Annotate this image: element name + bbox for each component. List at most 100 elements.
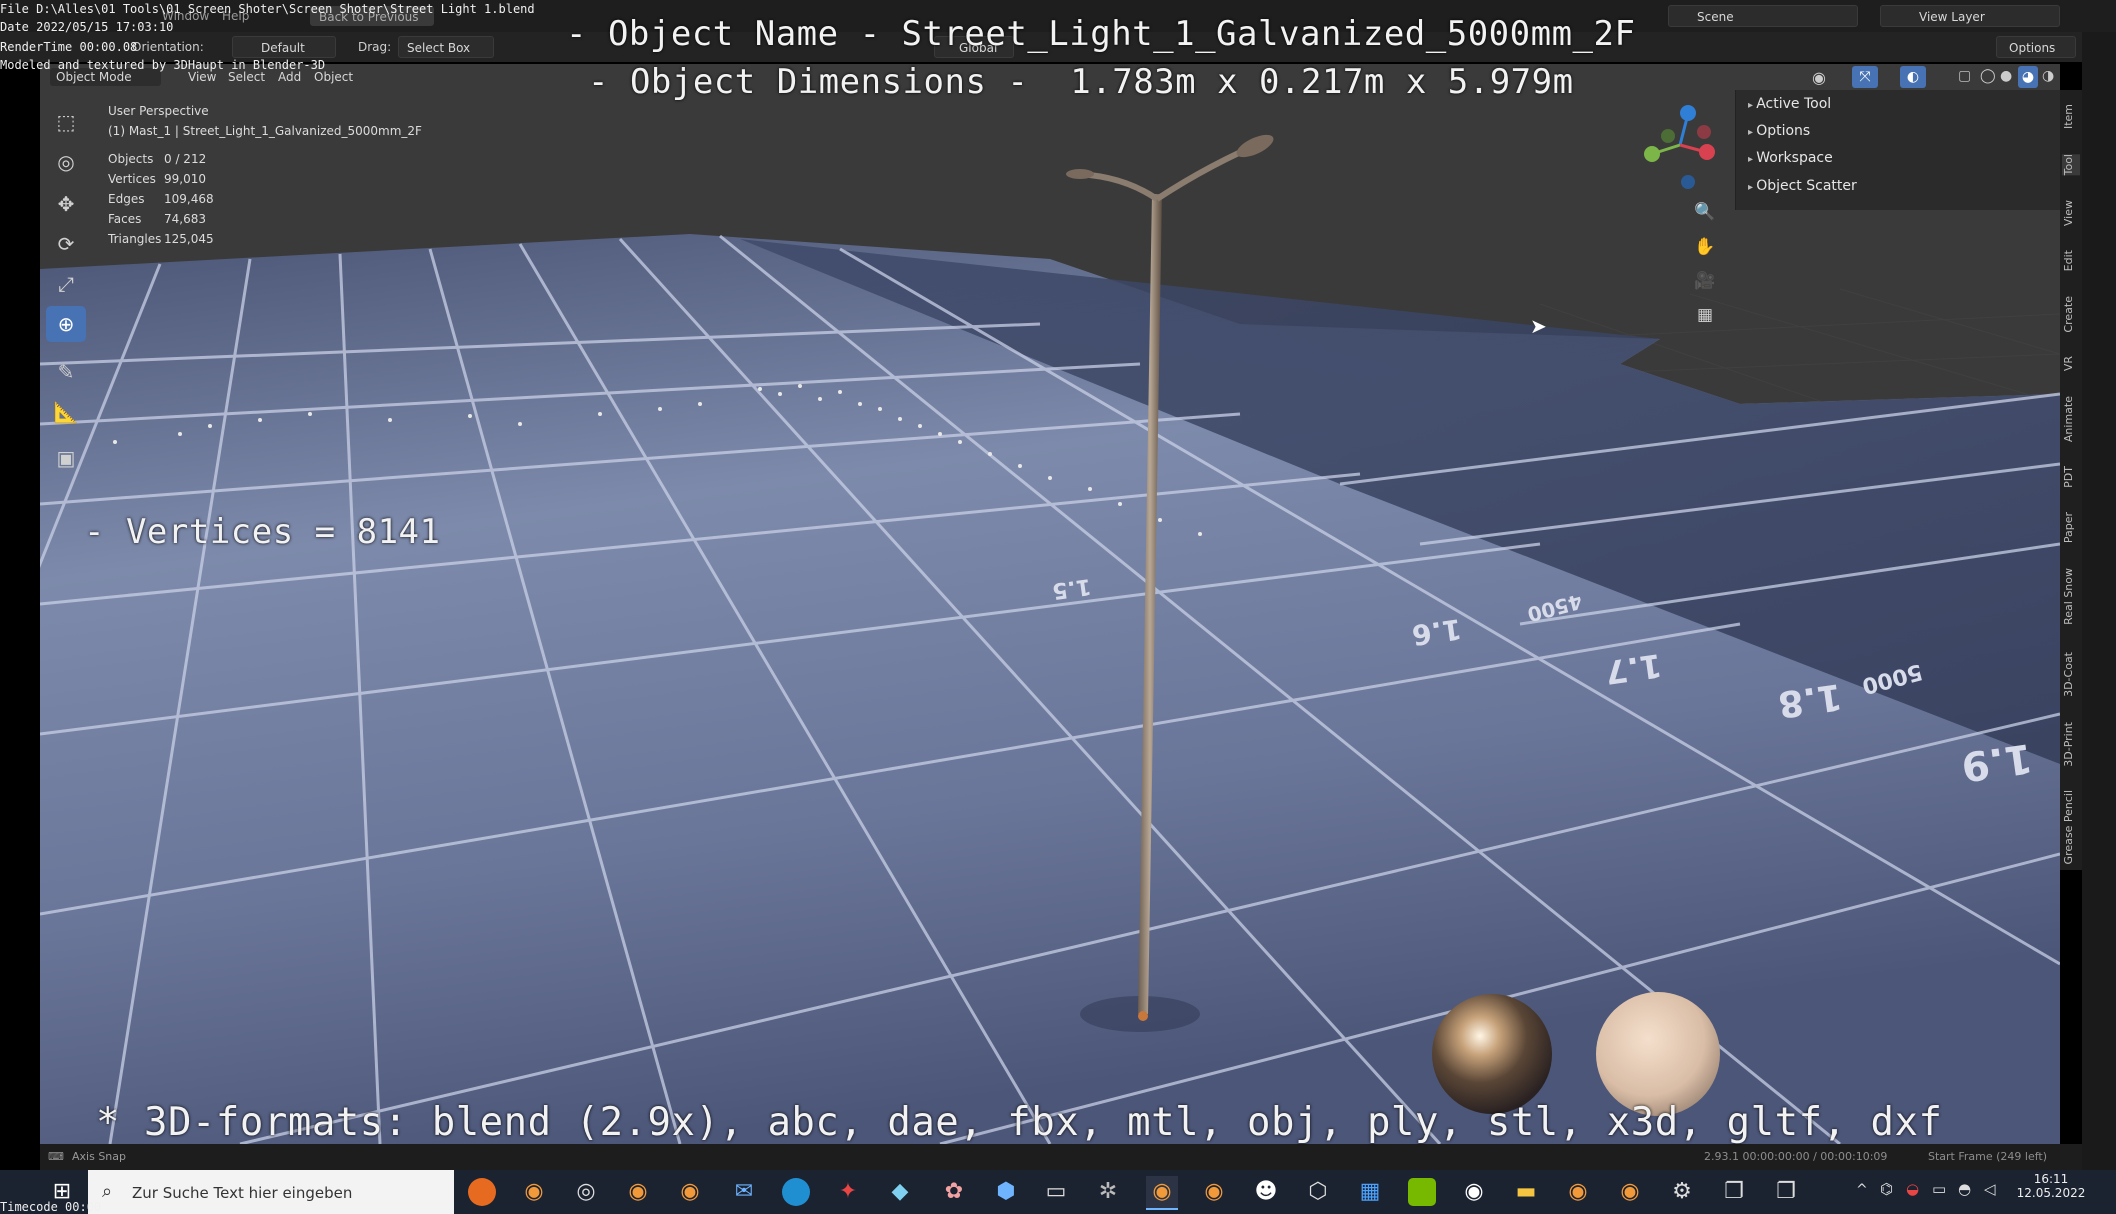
menu-add[interactable]: Add [278,70,301,84]
app-window-icon[interactable]: ❐ [1718,1176,1750,1208]
pole-base-marker [1138,1011,1148,1021]
app-window-icon[interactable]: ❐ [1770,1176,1802,1208]
app-pink-icon[interactable]: ✿ [938,1176,970,1208]
calendar-icon[interactable]: ▦ [1354,1176,1386,1208]
overlay-toggle-icon[interactable]: ◐ [1900,66,1926,88]
axis-snap-label: Axis Snap [72,1150,126,1163]
app-bug-icon[interactable]: ✲ [1092,1176,1124,1208]
rendered-shading-icon[interactable]: ◑ [2042,68,2054,84]
sidebar-item-object-scatter[interactable]: Object Scatter [1748,178,1857,194]
blender-icon[interactable]: ◉ [674,1176,706,1208]
overlay-file-path: File D:\Alles\01 Tools\01 Screen Shoter\… [0,2,535,16]
menu-view[interactable]: View [188,70,216,84]
tray-volume-icon[interactable]: ◁ [1984,1180,1996,1198]
solid-shading-icon[interactable]: ● [2000,68,2012,84]
measure-tool-icon[interactable]: 📐 [46,394,86,430]
blender-icon[interactable]: ◉ [1198,1176,1230,1208]
pan-hand-icon[interactable]: ✋ [1690,232,1720,262]
xray-toggle-icon[interactable]: ▢ [1958,68,1971,84]
options-dropdown[interactable]: Options [1996,36,2076,58]
sidebar-tab-3d-print[interactable]: 3D-Print [2062,722,2080,767]
gizmo-y-axis-icon [1644,146,1660,162]
tray-chevron-icon[interactable]: ^ [1856,1182,1868,1198]
sidebar-tab-grease-pencil[interactable]: Grease Pencil [2062,790,2080,864]
app-panda-icon[interactable]: ☻ [1250,1176,1282,1208]
blender-icon[interactable]: ◉ [518,1176,550,1208]
transform-tool-icon[interactable]: ⊕ [46,306,86,342]
material-shading-icon[interactable]: ◕ [2018,66,2038,88]
sidebar-tab-vr[interactable]: VR [2062,356,2080,371]
nvidia-icon[interactable] [1408,1178,1436,1206]
visibility-icon[interactable]: ◉ [1812,68,1826,87]
blender-icon[interactable]: ◉ [1614,1176,1646,1208]
sidebar-tab-edit[interactable]: Edit [2062,250,2080,271]
sidebar-item-active-tool[interactable]: Active Tool [1748,96,1831,112]
overlay-date: Date 2022/05/15 17:03:10 [0,20,174,34]
terminal-icon[interactable]: ▭ [1040,1176,1072,1208]
stat-value: 99,010 [164,172,206,186]
edge-browser-icon[interactable] [782,1178,810,1206]
blender-icon[interactable]: ◉ [1562,1176,1594,1208]
move-tool-icon[interactable]: ✥ [46,186,86,222]
app-blue-icon[interactable]: ◆ [884,1176,916,1208]
app-shield-icon[interactable]: ⬢ [990,1176,1022,1208]
3d-viewport[interactable]: 1.5 1.6 1.7 1.8 1.9 4500 5000 Object Mod… [40,64,2060,1144]
sidebar-tab-paper[interactable]: Paper [2062,512,2080,543]
sidebar-panel: Active Tool Options Workspace Object Sca… [1735,90,2061,210]
stat-value: 109,468 [164,192,214,206]
stat-value: 0 / 212 [164,152,207,166]
mail-icon[interactable]: ✉ [728,1176,760,1208]
wireframe-shading-icon[interactable]: ◯ [1980,68,1996,84]
app-red-icon[interactable]: ✦ [832,1176,864,1208]
sidebar-tab-pdt[interactable]: PDT [2062,466,2080,488]
file-explorer-icon[interactable]: ▬ [1510,1176,1542,1208]
taskbar-clock[interactable]: 16:11 12.05.2022 [2016,1172,2086,1200]
cube-app-icon[interactable]: ⬡ [1302,1176,1334,1208]
zoom-icon[interactable]: 🔍 [1690,197,1720,227]
tray-app-icon[interactable]: ◒ [1906,1180,1919,1198]
firefox-icon[interactable] [468,1178,496,1206]
floor-label-1-9: 1.9 [1958,734,2035,789]
menu-select[interactable]: Select [228,70,265,84]
tray-network-icon[interactable]: ⌬ [1880,1180,1893,1198]
sidebar-tab-item[interactable]: Item [2062,104,2080,129]
blender-icon[interactable]: ◉ [622,1176,654,1208]
cursor-tool-icon[interactable]: ◎ [46,144,86,180]
gizmo-z-axis-icon [1680,105,1696,121]
taskbar-time: 16:11 [2033,1172,2069,1186]
scene-selector[interactable]: Scene [1668,5,1858,27]
blender-active-icon[interactable]: ◉ [1146,1176,1178,1210]
scale-tool-icon[interactable]: ⤢ [46,266,86,302]
sidebar-tab-3d-coat[interactable]: 3D-Coat [2062,652,2080,697]
orientation-dropdown[interactable]: Default [232,36,336,58]
obs-icon[interactable]: ◎ [570,1176,602,1208]
stat-label: Objects [108,152,154,166]
menu-object[interactable]: Object [314,70,353,84]
sidebar-item-options[interactable]: Options [1748,123,1810,139]
sidebar-tab-real-snow[interactable]: Real Snow [2062,568,2080,625]
matte-sphere [1596,992,1720,1116]
camera-view-icon[interactable]: 🎥 [1690,266,1720,296]
taskbar-search-box[interactable]: ⌕ Zur Suche Text hier eingeben [88,1170,454,1214]
gizmo-toggle-icon[interactable]: ⤧ [1852,66,1878,88]
tray-battery-icon[interactable]: ▭ [1932,1180,1946,1198]
navigation-gizmo[interactable] [1640,100,1720,190]
keyboard-icon: ⌨ [48,1150,64,1163]
sidebar-item-workspace[interactable]: Workspace [1748,150,1833,166]
sidebar-tab-animate[interactable]: Animate [2062,396,2080,442]
annotate-tool-icon[interactable]: ✎ [46,354,86,390]
sidebar-tab-create[interactable]: Create [2062,296,2080,333]
orientation-value: Default [261,41,305,55]
sidebar-tab-tool[interactable]: Tool [2062,154,2080,176]
add-cube-tool-icon[interactable]: ▣ [46,440,86,476]
view-layer-selector[interactable]: View Layer [1880,5,2060,27]
sidebar-tab-view[interactable]: View [2062,200,2080,226]
perspective-toggle-icon[interactable]: ▦ [1690,300,1720,330]
settings-gear-icon[interactable]: ⚙ [1666,1176,1698,1208]
rotate-tool-icon[interactable]: ⟳ [46,226,86,262]
drag-dropdown[interactable]: Select Box [398,36,494,58]
viewport-shading-controls: ◉ ⤧ ◐ ▢ ◯ ● ◕ ◑ [1808,66,2078,90]
select-box-tool-icon[interactable]: ⬚ [46,104,86,140]
tray-wifi-icon[interactable]: ◓ [1958,1180,1971,1198]
app-circle-icon[interactable]: ◉ [1458,1176,1490,1208]
